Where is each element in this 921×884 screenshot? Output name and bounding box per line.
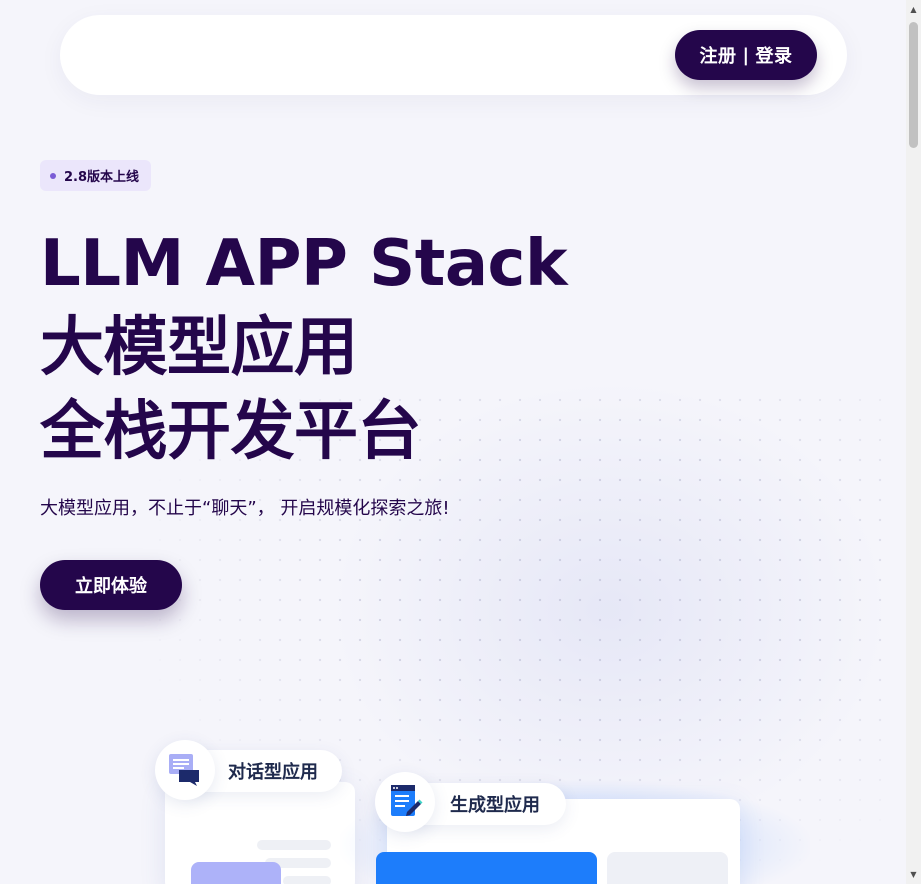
hero-title-line-2: 大模型应用 [40,311,358,385]
register-label[interactable]: 注册 [699,42,736,68]
badge-dot-icon [50,172,56,179]
chat-app-icon-wrap [155,740,215,800]
login-label[interactable]: 登录 [756,42,793,68]
document-edit-icon [391,785,423,816]
try-now-button[interactable]: 立即体验 [40,560,182,610]
top-navbar: 注册 | 登录 [60,15,847,95]
scroll-down-arrow-icon[interactable]: ▼ [906,867,921,882]
placeholder-line [257,840,331,850]
generative-app-icon-wrap [375,772,435,832]
hero-title-line-3: 全栈开发平台 [40,395,422,469]
generative-app-label: 生成型应用 [450,795,540,816]
register-login-button[interactable]: 注册 | 登录 [675,30,817,80]
chat-app-label: 对话型应用 [228,762,318,783]
placeholder-line [283,876,331,884]
hero-title: LLM APP Stack 大模型应用 全栈开发平台 [40,222,600,474]
hero-title-line-1: LLM APP Stack [40,227,568,301]
version-badge: 2.8版本上线 [40,160,151,191]
hero-subtitle: 大模型应用，不止于“聊天”， 开启规模化探索之旅! [40,498,450,519]
version-badge-label: 2.8版本上线 [64,170,140,185]
generative-output-block [376,852,597,884]
generative-side-block [607,852,728,884]
page-scrollbar[interactable]: ▲ ▼ [906,0,921,884]
scroll-up-arrow-icon[interactable]: ▲ [906,2,921,17]
scrollbar-thumb[interactable] [909,22,918,148]
chat-message-block [191,862,281,884]
chat-bubbles-icon [169,754,199,786]
auth-separator: | [742,44,750,66]
